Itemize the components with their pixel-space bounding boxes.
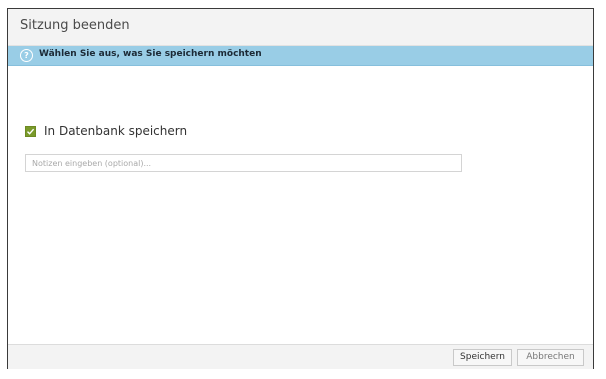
save-button[interactable]: Speichern — [453, 349, 512, 366]
dialog-titlebar: Sitzung beenden — [8, 9, 593, 46]
help-circle-icon: ? — [20, 49, 33, 62]
info-banner-text: Wählen Sie aus, was Sie speichern möchte… — [39, 49, 262, 59]
checkmark-icon — [27, 128, 35, 135]
dialog-footer: Speichern Abbrechen — [8, 344, 593, 369]
cancel-button[interactable]: Abbrechen — [517, 349, 584, 366]
end-session-dialog: Sitzung beenden ? Wählen Sie aus, was Si… — [7, 8, 594, 369]
save-to-database-checkbox[interactable] — [25, 125, 36, 137]
info-banner: ? Wählen Sie aus, was Sie speichern möch… — [8, 46, 593, 66]
notes-input[interactable] — [25, 154, 462, 172]
save-to-database-label[interactable]: In Datenbank speichern — [44, 124, 187, 138]
save-to-database-option[interactable]: In Datenbank speichern — [25, 123, 187, 139]
dialog-title: Sitzung beenden — [20, 18, 130, 33]
